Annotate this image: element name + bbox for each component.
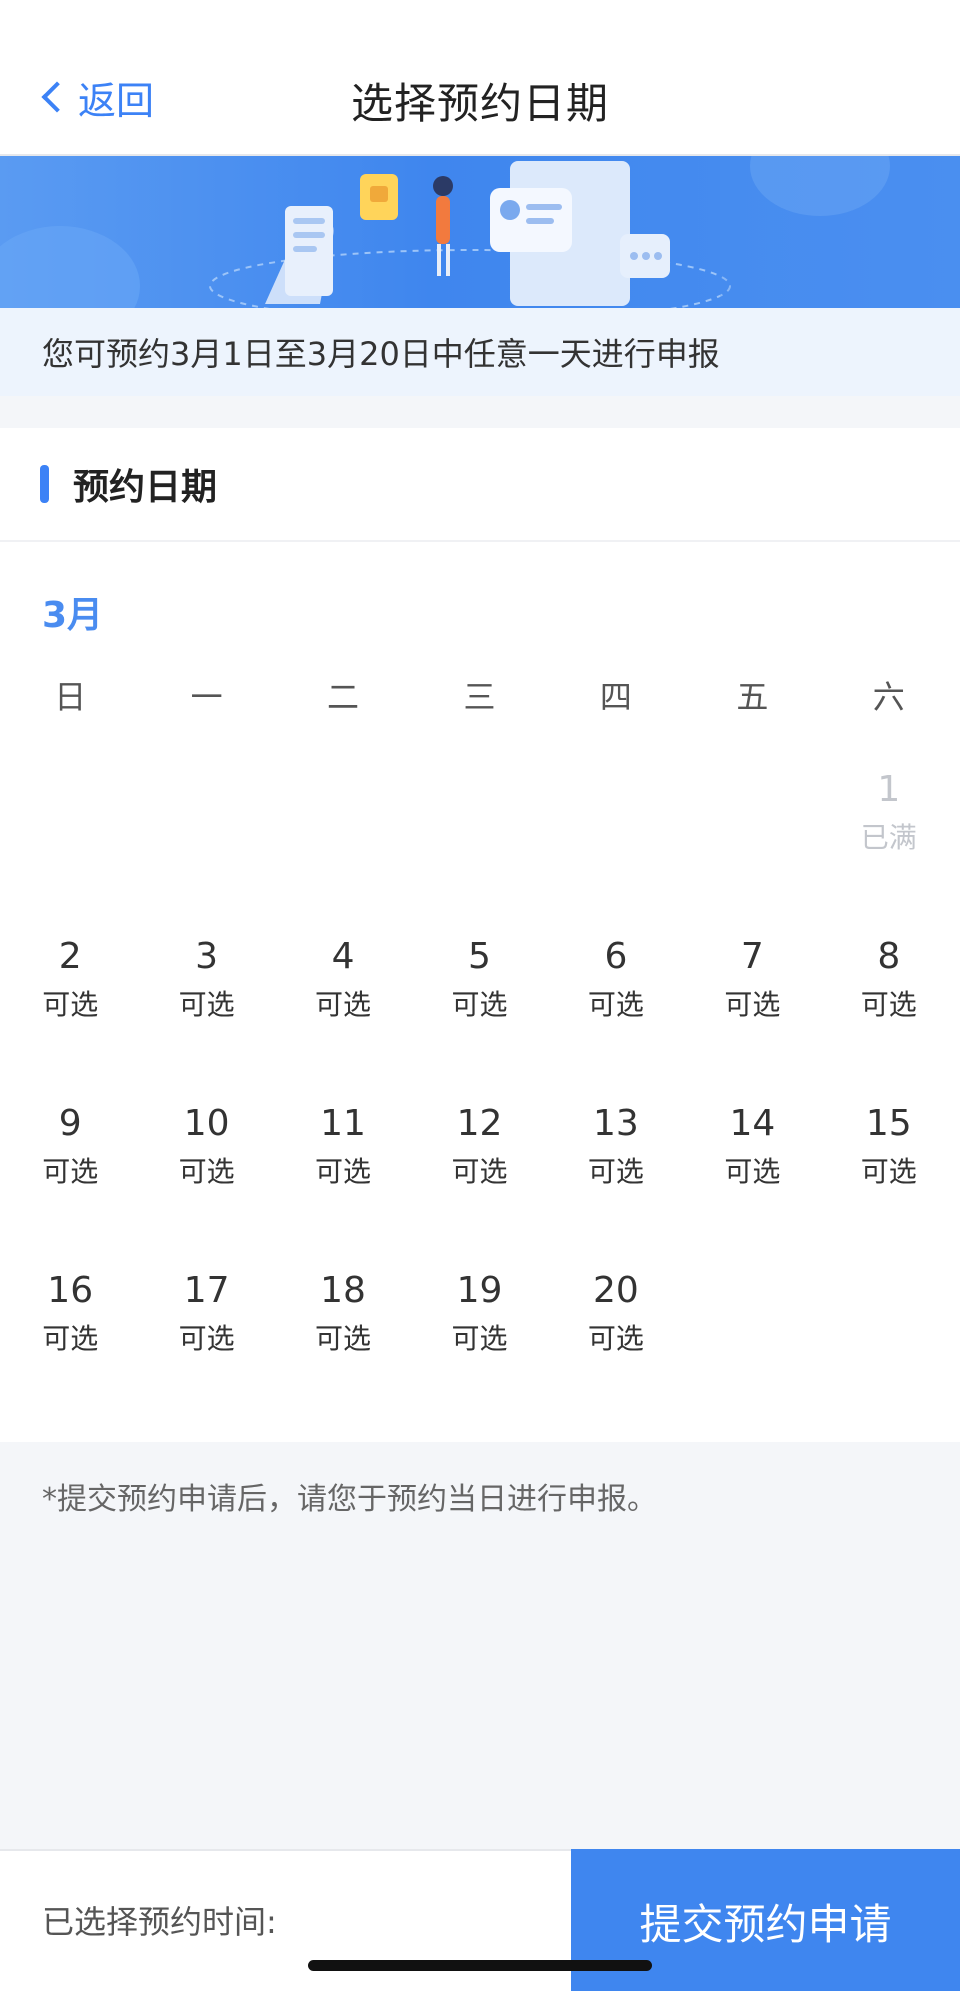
day-number: 16 bbox=[47, 1270, 94, 1311]
day-cell[interactable]: 2 可选 bbox=[2, 935, 138, 1102]
day-cell[interactable]: 16 可选 bbox=[2, 1269, 138, 1436]
day-number: 10 bbox=[183, 1103, 230, 1144]
day-status: 可选 bbox=[451, 988, 508, 1021]
day-number: 13 bbox=[593, 1103, 639, 1144]
day-cell[interactable]: 15 可选 bbox=[821, 1102, 957, 1269]
weekday-label: 六 bbox=[872, 678, 905, 716]
day-number: 14 bbox=[729, 1103, 776, 1144]
day-status: 可选 bbox=[315, 1322, 372, 1355]
day-cell[interactable]: 9 可选 bbox=[2, 1102, 138, 1269]
day-status: 可选 bbox=[42, 988, 99, 1021]
section-header: 预约日期 bbox=[0, 428, 960, 542]
day-number: 20 bbox=[593, 1270, 639, 1311]
day-cell[interactable]: 14 可选 bbox=[684, 1102, 820, 1269]
day-status: 可选 bbox=[178, 1155, 235, 1188]
page-title: 选择预约日期 bbox=[350, 79, 609, 128]
weekday-label: 日 bbox=[54, 678, 87, 716]
booking-range-notice: 您可预约3月1日至3月20日中任意一天进行申报 bbox=[0, 308, 960, 396]
weekday-label: 五 bbox=[736, 678, 769, 716]
appointment-page: 返回 选择预约日期 您可预约3月1日至3月20日中任意一天进行申报 预约日期 3… bbox=[0, 0, 960, 1991]
day-status: 可选 bbox=[178, 988, 235, 1021]
day-number: 1 bbox=[877, 769, 901, 810]
day-status: 可选 bbox=[178, 1322, 235, 1355]
day-status: 可选 bbox=[451, 1322, 508, 1355]
day-cell[interactable]: 4 可选 bbox=[275, 935, 411, 1102]
day-status: 可选 bbox=[724, 1155, 781, 1188]
weekday-label: 一 bbox=[190, 678, 223, 716]
day-cell[interactable]: 13 可选 bbox=[548, 1102, 684, 1269]
day-number: 2 bbox=[58, 936, 82, 977]
weekday-label: 四 bbox=[599, 678, 632, 716]
day-number: 3 bbox=[195, 936, 219, 977]
empty-day-cell bbox=[138, 768, 274, 935]
nav-bar: 返回 选择预约日期 bbox=[0, 0, 960, 156]
day-number: 4 bbox=[331, 936, 355, 977]
day-number: 12 bbox=[456, 1103, 503, 1144]
empty-day-cell bbox=[548, 768, 684, 935]
home-indicator bbox=[308, 1960, 652, 1971]
day-number: 18 bbox=[320, 1270, 366, 1311]
day-status: 可选 bbox=[860, 1155, 917, 1188]
day-number: 5 bbox=[468, 936, 491, 977]
day-status: 可选 bbox=[42, 1322, 99, 1355]
day-status: 可选 bbox=[860, 988, 917, 1021]
day-status: 可选 bbox=[315, 988, 372, 1021]
day-number: 19 bbox=[456, 1270, 503, 1311]
day-cell[interactable]: 8 可选 bbox=[821, 935, 957, 1102]
submission-note: *提交预约申请后，请您于预约当日进行申报。 bbox=[42, 1482, 657, 1517]
day-status: 可选 bbox=[587, 1322, 644, 1355]
day-number: 6 bbox=[604, 936, 628, 977]
day-number: 17 bbox=[183, 1270, 230, 1311]
section-accent-bar bbox=[40, 465, 49, 503]
day-number: 11 bbox=[320, 1103, 366, 1144]
calendar-card: 预约日期 3月 日 一 二 三 四 五 六 1 已满 2 可选 3 可选 4 可选 5 可选 6 可选 7 可选 8 可选… bbox=[0, 428, 960, 1442]
section-title: 预约日期 bbox=[73, 467, 218, 508]
banner-graphic bbox=[0, 156, 960, 308]
month-label: 3月 bbox=[42, 595, 104, 636]
day-status: 可选 bbox=[42, 1155, 99, 1188]
day-cell[interactable]: 18 可选 bbox=[275, 1269, 411, 1436]
day-status: 可选 bbox=[724, 988, 781, 1021]
day-cell[interactable]: 11 可选 bbox=[275, 1102, 411, 1269]
day-number: 15 bbox=[865, 1103, 912, 1144]
day-status: 可选 bbox=[587, 1155, 644, 1188]
day-number: 7 bbox=[740, 936, 764, 977]
day-cell[interactable]: 6 可选 bbox=[548, 935, 684, 1102]
day-cell[interactable]: 19 可选 bbox=[411, 1269, 547, 1436]
day-cell[interactable]: 10 可选 bbox=[138, 1102, 274, 1269]
empty-day-cell bbox=[2, 768, 138, 935]
day-cell[interactable]: 12 可选 bbox=[411, 1102, 547, 1269]
empty-day-cell bbox=[684, 768, 820, 935]
day-cell[interactable]: 5 可选 bbox=[411, 935, 547, 1102]
day-number: 9 bbox=[58, 1103, 82, 1144]
selected-time-label: 已选择预约时间: bbox=[42, 1903, 277, 1941]
day-cell[interactable]: 20 可选 bbox=[548, 1269, 684, 1436]
day-status: 已满 bbox=[860, 821, 917, 854]
weekday-header: 日一二三四五六 bbox=[2, 672, 957, 718]
day-cell[interactable]: 3 可选 bbox=[138, 935, 274, 1102]
empty-day-cell bbox=[275, 768, 411, 935]
weekday-label: 二 bbox=[327, 678, 360, 716]
day-status: 可选 bbox=[315, 1155, 372, 1188]
calendar-grid: 1 已满 2 可选 3 可选 4 可选 5 可选 6 可选 7 可选 8 可选 9 可选 10 可选 11 可选 12 可选 1… bbox=[2, 768, 957, 1436]
day-cell[interactable]: 17 可选 bbox=[138, 1269, 274, 1436]
day-cell: 1 已满 bbox=[821, 768, 957, 935]
banner-illustration bbox=[0, 156, 960, 308]
day-status: 可选 bbox=[451, 1155, 508, 1188]
weekday-label: 三 bbox=[463, 678, 496, 716]
day-status: 可选 bbox=[587, 988, 644, 1021]
empty-day-cell bbox=[411, 768, 547, 935]
day-number: 8 bbox=[877, 936, 901, 977]
day-cell[interactable]: 7 可选 bbox=[684, 935, 820, 1102]
